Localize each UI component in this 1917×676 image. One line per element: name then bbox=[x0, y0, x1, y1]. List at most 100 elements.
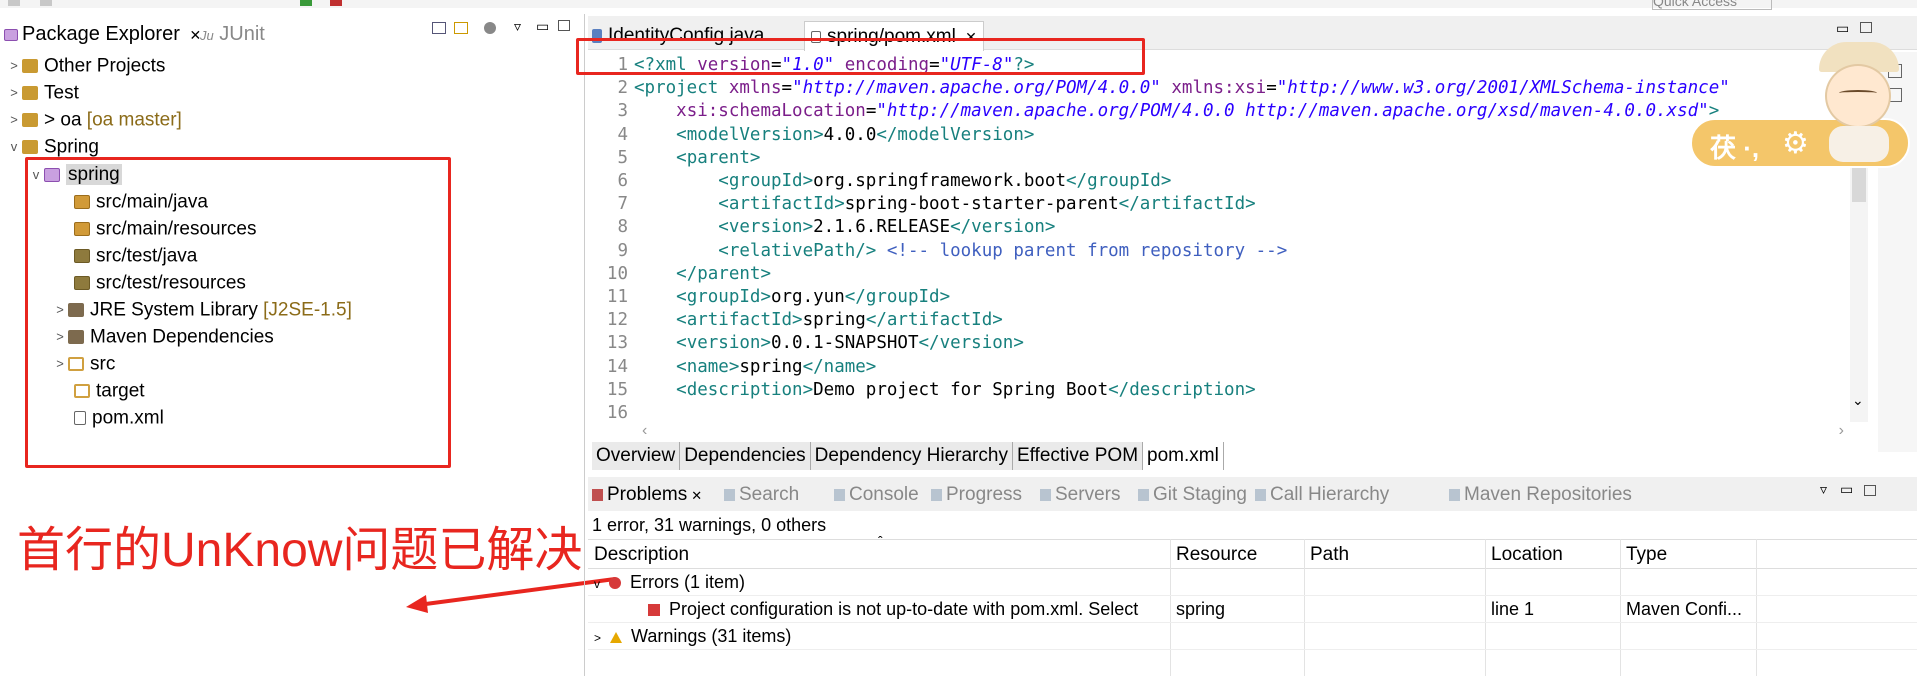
code-line[interactable]: 15 <description>Demo project for Spring … bbox=[588, 379, 1256, 402]
pom-editor-tab[interactable]: Dependencies bbox=[680, 442, 811, 470]
tree-item-other-projects[interactable]: > Other Projects bbox=[6, 52, 165, 79]
tab-junit[interactable]: Ju JUnit bbox=[200, 20, 265, 48]
maximize-icon[interactable] bbox=[1864, 485, 1876, 496]
chevron-down-icon[interactable]: ⌄ bbox=[1852, 392, 1864, 409]
pom-editor-tab[interactable]: Effective POM bbox=[1012, 442, 1144, 470]
line-number: 13 bbox=[606, 333, 628, 354]
horizontal-scrollbar[interactable]: ‹ › bbox=[638, 422, 1848, 440]
chevron-right-icon[interactable]: › bbox=[1839, 422, 1844, 440]
errors-group-row[interactable]: v Errors (1 item) bbox=[594, 569, 1170, 595]
code-token: </artifactId> bbox=[1118, 194, 1256, 215]
code-token: <relativePath/> bbox=[718, 240, 877, 261]
pom-editor-tab[interactable]: Dependency Hierarchy bbox=[810, 442, 1013, 470]
chevron-right-icon[interactable]: > bbox=[6, 106, 22, 133]
tab-call-hierarchy[interactable]: Call Hierarchy bbox=[1255, 481, 1389, 509]
column-divider bbox=[1485, 539, 1486, 676]
code-line[interactable]: 2 <project xmlns="http://maven.apache.org… bbox=[588, 77, 1729, 100]
tab-servers[interactable]: Servers bbox=[1040, 481, 1120, 509]
tab-problems[interactable]: Problems ✕ bbox=[592, 481, 702, 509]
tab-maven-repositories[interactable]: Maven Repositories bbox=[1449, 481, 1632, 509]
link-with-editor-icon[interactable] bbox=[454, 22, 468, 34]
tree-item-oa[interactable]: > > oa [oa master] bbox=[6, 106, 182, 133]
column-description[interactable]: Description bbox=[594, 540, 689, 570]
project-icon bbox=[22, 58, 38, 73]
error-type: Maven Confi... bbox=[1626, 599, 1743, 619]
chevron-left-icon[interactable]: ‹ bbox=[642, 422, 647, 440]
code-line[interactable]: 13 <version>0.0.1-SNAPSHOT</version> bbox=[588, 332, 1024, 355]
maximize-icon[interactable] bbox=[558, 20, 570, 31]
collapse-all-icon[interactable] bbox=[432, 22, 446, 34]
toolbar-icon[interactable] bbox=[300, 0, 312, 6]
error-description[interactable]: Project configuration is not up-to-date … bbox=[648, 596, 1168, 622]
code-line[interactable]: 6 <groupId>org.springframework.boot</gro… bbox=[588, 170, 1171, 193]
mascot-face bbox=[1825, 64, 1891, 128]
tab-package-explorer[interactable]: Package Explorer ✕ bbox=[4, 20, 201, 48]
tab-search[interactable]: Search bbox=[724, 481, 799, 509]
code-token: <version> bbox=[718, 217, 814, 238]
code-token: </name> bbox=[802, 356, 877, 377]
code-line[interactable]: 16 bbox=[588, 402, 634, 425]
code-line[interactable]: 4 <modelVersion>4.0.0</modelVersion> bbox=[588, 124, 1034, 147]
maximize-icon[interactable] bbox=[1860, 22, 1872, 33]
column-type[interactable]: Type bbox=[1626, 540, 1667, 570]
mascot-body bbox=[1829, 126, 1889, 162]
code-token: 4.0.0 bbox=[823, 124, 877, 145]
chevron-right-icon[interactable]: > bbox=[594, 631, 601, 645]
chevron-down-icon[interactable]: v bbox=[6, 133, 22, 160]
code-line[interactable]: 7 <artifactId>spring-boot-starter-parent… bbox=[588, 193, 1256, 216]
column-resource[interactable]: Resource bbox=[1176, 540, 1257, 570]
warnings-group-row[interactable]: > Warnings (31 items) bbox=[594, 623, 1170, 649]
code-token: 0.0.1-SNAPSHOT bbox=[770, 333, 919, 354]
chevron-right-icon[interactable]: > bbox=[6, 79, 22, 106]
tab-junit-label: JUnit bbox=[219, 23, 265, 45]
project-icon bbox=[22, 139, 38, 154]
tree-item-test[interactable]: > Test bbox=[6, 79, 79, 106]
column-divider bbox=[1170, 539, 1171, 676]
code-line[interactable]: 10 </parent> bbox=[588, 263, 771, 286]
code-line[interactable]: 3 xsi:schemaLocation="http://maven.apach… bbox=[588, 100, 1719, 123]
toolbar-icon[interactable] bbox=[8, 0, 20, 6]
tab-git-staging[interactable]: Git Staging bbox=[1138, 481, 1247, 509]
chevron-right-icon[interactable]: > bbox=[6, 52, 22, 79]
chevron-down-icon[interactable]: v bbox=[594, 577, 600, 591]
code-line[interactable]: 8 <version>2.1.6.RELEASE</version> bbox=[588, 216, 1055, 239]
row-separator bbox=[588, 649, 1917, 650]
column-path[interactable]: Path bbox=[1310, 540, 1349, 570]
focus-icon[interactable] bbox=[484, 22, 496, 34]
minimize-icon[interactable]: ▭ bbox=[536, 18, 549, 35]
view-tab-label: Search bbox=[739, 484, 800, 505]
code-line[interactable]: 11 <groupId>org.yun</groupId> bbox=[588, 286, 950, 309]
minimize-icon[interactable]: ▭ bbox=[1840, 481, 1853, 498]
sort-ascending-icon[interactable]: ˆ bbox=[878, 533, 883, 549]
column-location[interactable]: Location bbox=[1491, 540, 1563, 570]
tree-item-spring-group[interactable]: v Spring bbox=[6, 133, 99, 160]
toolbar-icon[interactable] bbox=[330, 0, 342, 6]
highlight-box-project-tree bbox=[25, 157, 451, 468]
tab-progress[interactable]: Progress bbox=[931, 481, 1022, 509]
quick-access-field[interactable]: Quick Access bbox=[1652, 0, 1772, 10]
code-line[interactable]: 14 <name>spring</name> bbox=[588, 356, 876, 379]
project-icon bbox=[22, 85, 38, 100]
tab-console[interactable]: Console bbox=[834, 481, 919, 509]
toolbar-icon[interactable] bbox=[40, 0, 52, 6]
pom-editor-tab[interactable]: pom.xml bbox=[1143, 442, 1224, 470]
close-icon[interactable]: ✕ bbox=[691, 488, 702, 503]
code-token: <description> bbox=[676, 379, 814, 400]
code-editor[interactable]: 1 <?xml version="1.0" encoding="UTF-8"?> 2… bbox=[588, 52, 1848, 432]
tree-label: Spring bbox=[44, 136, 99, 158]
view-menu-icon[interactable]: ▿ bbox=[1820, 481, 1827, 498]
package-explorer-tabbar: Package Explorer ✕ Ju JUnit ▿ ▭ bbox=[0, 16, 580, 50]
quick-access-label: Quick Access bbox=[1653, 0, 1738, 9]
minimize-icon[interactable]: ▭ bbox=[1836, 20, 1849, 37]
code-line[interactable]: 9 <relativePath/> <!-- lookup parent fro… bbox=[588, 240, 1287, 263]
view-menu-icon[interactable]: ▿ bbox=[514, 18, 521, 35]
pom-editor-tab[interactable]: Overview bbox=[592, 442, 681, 470]
code-line[interactable]: 5 <parent> bbox=[588, 147, 760, 170]
code-line[interactable]: 12 <artifactId>spring</artifactId> bbox=[588, 309, 1003, 332]
column-divider bbox=[1620, 539, 1621, 676]
